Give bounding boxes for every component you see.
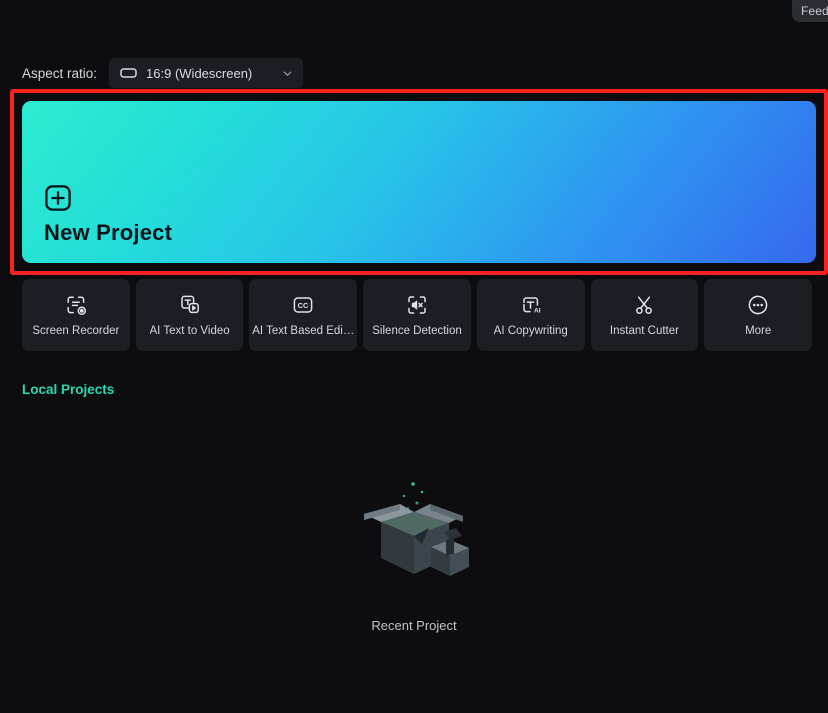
new-project-title: New Project <box>44 222 172 244</box>
widescreen-rect-icon <box>120 67 137 79</box>
screen-recorder-icon <box>64 293 88 317</box>
tool-silence-detection[interactable]: Silence Detection <box>363 279 471 351</box>
app-window: Feedback Aspect ratio: 16:9 (Widescreen)… <box>0 0 828 713</box>
tool-ai-text-to-video[interactable]: AI Text to Video <box>136 279 244 351</box>
tool-instant-cutter[interactable]: Instant Cutter <box>591 279 699 351</box>
new-project-button[interactable]: New Project <box>22 101 816 263</box>
closed-caption-icon: CC <box>291 293 315 317</box>
empty-state: Recent Project <box>0 470 828 633</box>
tools-row: Screen Recorder AI Text to Video CC AI T… <box>22 279 812 351</box>
aspect-ratio-label: Aspect ratio: <box>22 66 97 81</box>
text-ai-icon: AI <box>519 293 543 317</box>
aspect-ratio-value: 16:9 (Widescreen) <box>146 66 273 81</box>
aspect-ratio-row: Aspect ratio: 16:9 (Widescreen) <box>22 58 303 88</box>
empty-state-label: Recent Project <box>371 618 456 633</box>
feedback-label: Feedback <box>801 4 828 18</box>
new-project-content: New Project <box>44 184 172 244</box>
scissors-icon <box>632 293 656 317</box>
tool-ai-copywriting[interactable]: AI AI Copywriting <box>477 279 585 351</box>
tab-local-projects[interactable]: Local Projects <box>22 382 114 397</box>
tool-label: Instant Cutter <box>610 325 679 337</box>
text-to-video-icon <box>178 293 202 317</box>
ellipsis-circle-icon <box>746 293 770 317</box>
tool-label: AI Copywriting <box>494 325 568 337</box>
aspect-ratio-select[interactable]: 16:9 (Widescreen) <box>109 58 303 88</box>
tool-screen-recorder[interactable]: Screen Recorder <box>22 279 130 351</box>
plus-square-icon <box>44 184 72 212</box>
tool-more[interactable]: More <box>704 279 812 351</box>
tool-label: More <box>745 325 771 337</box>
svg-text:CC: CC <box>298 301 309 310</box>
open-box-illustration <box>334 470 494 600</box>
feedback-button[interactable]: Feedback <box>792 0 828 22</box>
tool-label: AI Text to Video <box>150 325 230 337</box>
mute-speaker-icon <box>405 293 429 317</box>
tool-label: Screen Recorder <box>32 325 119 337</box>
tool-label: Silence Detection <box>372 325 462 337</box>
chevron-down-icon[interactable] <box>282 68 293 79</box>
tool-label: AI Text Based Edi… <box>252 325 354 337</box>
tool-ai-text-based-editing[interactable]: CC AI Text Based Edi… <box>249 279 357 351</box>
svg-text:AI: AI <box>534 307 541 314</box>
